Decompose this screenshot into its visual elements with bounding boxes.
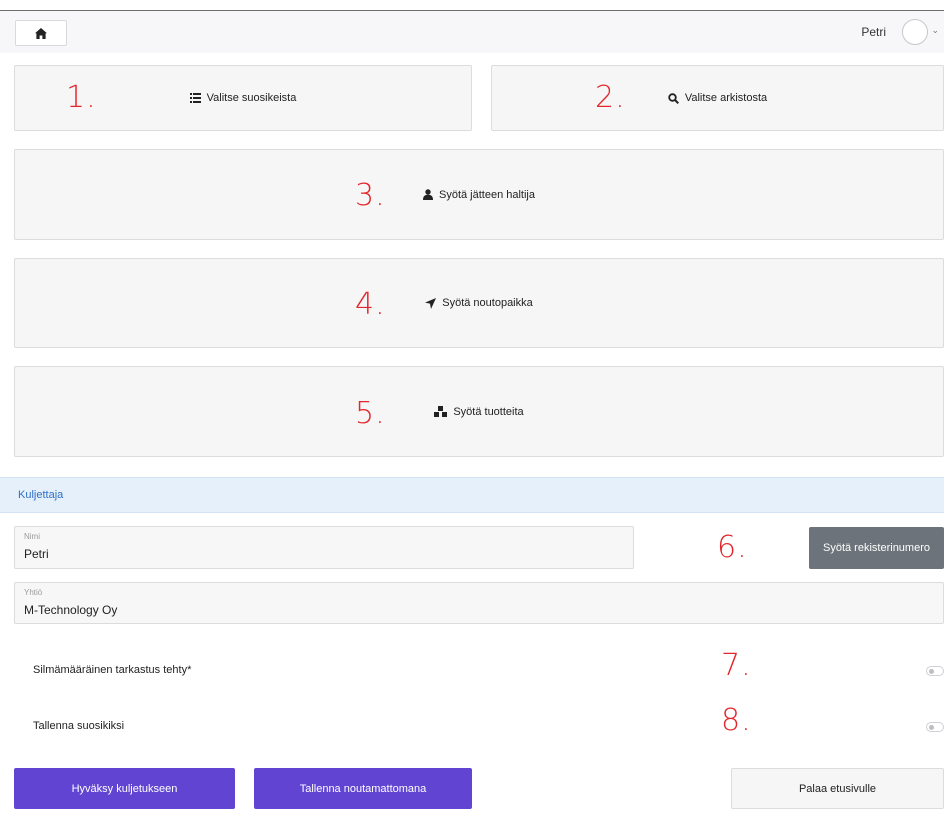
company-input[interactable] bbox=[24, 603, 860, 617]
avatar[interactable] bbox=[902, 19, 928, 45]
annotation-5: 5. bbox=[355, 396, 386, 431]
enter-pickup-location-label: Syötä noutopaikka bbox=[442, 297, 533, 309]
top-header: Petri ⌄ bbox=[0, 11, 944, 53]
chevron-down-icon[interactable]: ⌄ bbox=[931, 25, 939, 36]
company-field-label: Yhtiö bbox=[24, 588, 43, 597]
select-archive-label: Valitse arkistosta bbox=[684, 92, 768, 104]
annotation-3: 3. bbox=[355, 178, 386, 213]
boxes-icon bbox=[434, 406, 448, 417]
driver-section-header: Kuljettaja bbox=[0, 477, 944, 513]
name-input[interactable] bbox=[24, 547, 581, 561]
annotation-8: 8. bbox=[721, 703, 752, 738]
annotation-1: 1. bbox=[66, 80, 97, 115]
save-favorite-toggle[interactable] bbox=[926, 722, 944, 732]
annotation-2: 2. bbox=[595, 80, 626, 115]
list-icon bbox=[189, 93, 201, 103]
enter-waste-holder-label: Syötä jätteen haltija bbox=[438, 188, 535, 201]
home-button[interactable] bbox=[15, 20, 67, 46]
search-icon bbox=[668, 92, 679, 104]
annotation-6: 6. bbox=[717, 530, 748, 565]
visual-check-label: Silmämääräinen tarkastus tehty* bbox=[33, 664, 192, 676]
name-field-label: Nimi bbox=[24, 532, 40, 541]
user-icon bbox=[422, 189, 433, 200]
select-favorites-label: Valitse suosikeista bbox=[206, 92, 297, 104]
enter-pickup-location-card[interactable]: Syötä noutopaikka bbox=[14, 258, 944, 348]
visual-check-toggle[interactable] bbox=[926, 666, 944, 676]
annotation-4: 4. bbox=[355, 287, 386, 322]
company-field[interactable]: Yhtiö bbox=[14, 582, 944, 624]
select-archive-card[interactable]: Valitse arkistosta bbox=[491, 65, 944, 131]
save-uncollected-button[interactable]: Tallenna noutamattomana bbox=[254, 768, 472, 809]
enter-registration-number-button[interactable]: Syötä rekisterinumero bbox=[809, 527, 944, 569]
enter-products-card[interactable]: Syötä tuotteita bbox=[14, 366, 944, 457]
name-field[interactable]: Nimi bbox=[14, 526, 634, 569]
save-favorite-label: Tallenna suosikiksi bbox=[33, 720, 125, 732]
driver-section-title: Kuljettaja bbox=[18, 489, 64, 501]
enter-products-label: Syötä tuotteita bbox=[453, 405, 524, 418]
toggle-knob bbox=[929, 669, 934, 674]
location-arrow-icon bbox=[425, 297, 437, 309]
home-icon bbox=[35, 27, 47, 39]
enter-waste-holder-card[interactable]: Syötä jätteen haltija bbox=[14, 149, 944, 240]
back-to-home-button[interactable]: Palaa etusivulle bbox=[731, 768, 944, 809]
toggle-knob bbox=[929, 725, 934, 730]
annotation-7: 7. bbox=[721, 648, 752, 683]
user-name[interactable]: Petri bbox=[861, 25, 886, 39]
approve-transport-button[interactable]: Hyväksy kuljetukseen bbox=[14, 768, 235, 809]
